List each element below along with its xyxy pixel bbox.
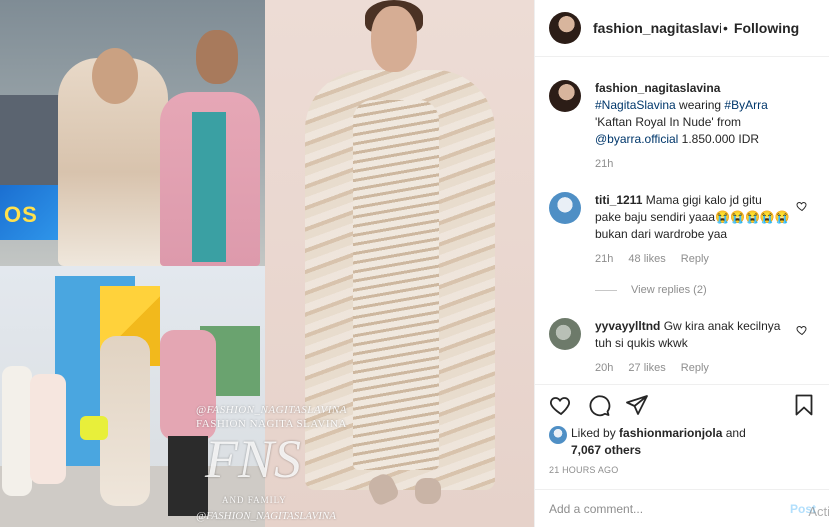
comments-section[interactable]: fashion_nagitaslavina #NagitaSlavina wea… <box>535 58 829 384</box>
hashtag-link[interactable]: #ByArra <box>724 98 767 112</box>
caption-body: fashion_nagitaslavina #NagitaSlavina wea… <box>595 80 795 173</box>
likes-others[interactable]: 7,067 others <box>571 443 641 457</box>
model-head <box>371 6 417 72</box>
author-avatar[interactable] <box>549 12 581 44</box>
bookmark-icon[interactable] <box>792 393 816 417</box>
action-bar: Liked by fashionmarionjola and 7,067 oth… <box>535 384 829 475</box>
prop-cushion <box>80 416 108 440</box>
watermark-logo: FNS <box>205 429 302 489</box>
caption-price: 1.850.000 IDR <box>678 132 760 146</box>
model-shoe <box>415 478 441 504</box>
comment-like-icon[interactable] <box>796 200 808 212</box>
post-header: fashion_nagitaslavina • Following <box>535 0 829 57</box>
add-comment-bar: Post Acti <box>535 489 829 527</box>
mention-link[interactable]: @byarra.official <box>595 132 678 146</box>
commenter-username[interactable]: yyvayylltnd <box>595 319 660 333</box>
comment-body: yyvayylltnd Gw kira anak kecilnya tuh si… <box>595 318 791 377</box>
commenter-avatar[interactable] <box>549 318 581 350</box>
post-panel: fashion_nagitaslavina • Following fashio… <box>534 0 829 527</box>
separator-dot: • <box>723 20 728 36</box>
likes-text: Liked by fashionmarionjola and 7,067 oth… <box>571 425 746 459</box>
following-button[interactable]: Following <box>734 20 799 36</box>
caption-timestamp[interactable]: 21h <box>595 158 613 170</box>
share-icon[interactable] <box>625 393 649 417</box>
comment-likes[interactable]: 27 likes <box>628 362 665 374</box>
child-figure <box>30 374 66 484</box>
caption: fashion_nagitaslavina #NagitaSlavina wea… <box>549 80 795 173</box>
activate-overlay-text: Acti <box>808 504 829 519</box>
comment-input[interactable] <box>549 501 790 516</box>
liker-avatar[interactable] <box>549 426 567 444</box>
caption-text: wearing <box>675 98 725 112</box>
man-head <box>196 30 238 84</box>
post-media[interactable]: OS @FASHION_NAGITASLAVINA FASHION NAGITA… <box>0 0 534 527</box>
studio-screen-text: OS <box>4 202 38 227</box>
comment-like-icon[interactable] <box>796 324 808 336</box>
photo-kaftan-model <box>265 0 534 527</box>
photo-tv-studio: OS <box>0 0 265 266</box>
likes-prefix: Liked by <box>571 426 620 440</box>
comment-time[interactable]: 20h <box>595 362 613 374</box>
replies-divider <box>595 289 617 291</box>
comment-item: yyvayylltnd Gw kira anak kecilnya tuh si… <box>549 318 791 377</box>
man-legs <box>168 436 208 516</box>
comment-icon[interactable] <box>587 393 611 417</box>
likes-summary: Liked by fashionmarionjola and 7,067 oth… <box>549 425 816 459</box>
watermark-handle-bottom: @FASHION_NAGITASLAVINA <box>196 510 336 522</box>
hashtag-link[interactable]: #NagitaSlavina <box>595 98 676 112</box>
caption-username[interactable]: fashion_nagitaslavina <box>595 81 720 95</box>
watermark-family: AND FAMILY <box>222 495 287 505</box>
comment-meta: 20h 27 likes Reply <box>595 360 791 377</box>
comment-likes[interactable]: 48 likes <box>628 253 665 265</box>
likes-and: and <box>722 426 746 440</box>
comment-body: titi_1211 Mama gigi kalo jd gitu pake ba… <box>595 192 791 268</box>
reply-button[interactable]: Reply <box>681 253 709 265</box>
watermark-handle: @FASHION_NAGITASLAVINA <box>196 404 347 416</box>
caption-time: 21h <box>595 156 795 173</box>
caption-text: 'Kaftan Royal In Nude' from <box>595 115 741 129</box>
view-replies-button[interactable]: View replies (2) <box>595 284 707 296</box>
commenter-avatar[interactable] <box>549 192 581 224</box>
comment-time[interactable]: 21h <box>595 253 613 265</box>
child-figure <box>2 366 32 496</box>
heart-icon[interactable] <box>549 393 573 417</box>
action-icons <box>549 385 816 425</box>
view-replies-label[interactable]: View replies (2) <box>631 284 707 296</box>
author-avatar[interactable] <box>549 80 581 112</box>
comment-item: titi_1211 Mama gigi kalo jd gitu pake ba… <box>549 192 791 268</box>
commenter-username[interactable]: titi_1211 <box>595 193 642 207</box>
author-username[interactable]: fashion_nagitaslavina <box>593 20 721 36</box>
liker-username[interactable]: fashionmarionjola <box>619 426 722 440</box>
reply-button[interactable]: Reply <box>681 362 709 374</box>
post-timestamp[interactable]: 21 HOURS AGO <box>549 465 816 475</box>
kaftan-dress <box>353 100 439 470</box>
woman-head <box>92 48 138 104</box>
man-shirt <box>192 112 226 262</box>
comment-meta: 21h 48 likes Reply <box>595 251 791 268</box>
